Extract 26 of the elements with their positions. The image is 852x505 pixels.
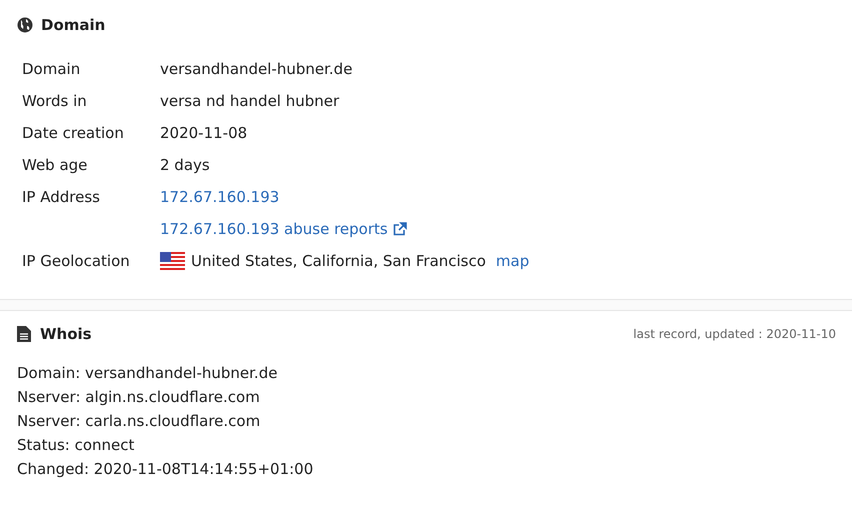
section-title: Whois (40, 324, 92, 345)
map-link[interactable]: map (496, 250, 530, 272)
field-value: 2020-11-08 (160, 122, 248, 144)
abuse-reports-link[interactable]: 172.67.160.193 abuse reports (160, 218, 407, 240)
whois-line: Nserver: algin.ns.cloudflare.com (17, 386, 260, 408)
field-value: 2 days (160, 154, 210, 176)
flag-icon (160, 252, 185, 270)
field-label: Web age (22, 156, 88, 174)
field-label: Words in (22, 92, 87, 110)
field-label: Date creation (22, 124, 124, 142)
section-title: Domain (41, 14, 106, 36)
whois-line: Changed: 2020-11-08T14:14:55+01:00 (17, 458, 314, 480)
update-note: last record, updated : 2020-11-10 (633, 326, 836, 343)
field-label: IP Address (22, 188, 100, 206)
document-icon (17, 326, 31, 342)
ip-link[interactable]: 172.67.160.193 (160, 186, 280, 208)
external-link-icon (392, 222, 407, 236)
field-value: versandhandel-hubner.de (160, 58, 352, 80)
field-label: IP Geolocation (22, 252, 130, 270)
field-value: versa nd handel hubner (160, 90, 340, 112)
globe-icon (17, 17, 33, 33)
field-label: Domain (22, 60, 80, 78)
field-value: United States, California, San Francisco (191, 250, 486, 272)
whois-line: Domain: versandhandel-hubner.de (17, 362, 278, 384)
whois-line: Status: connect (17, 434, 134, 456)
whois-line: Nserver: carla.ns.cloudflare.com (17, 410, 260, 432)
